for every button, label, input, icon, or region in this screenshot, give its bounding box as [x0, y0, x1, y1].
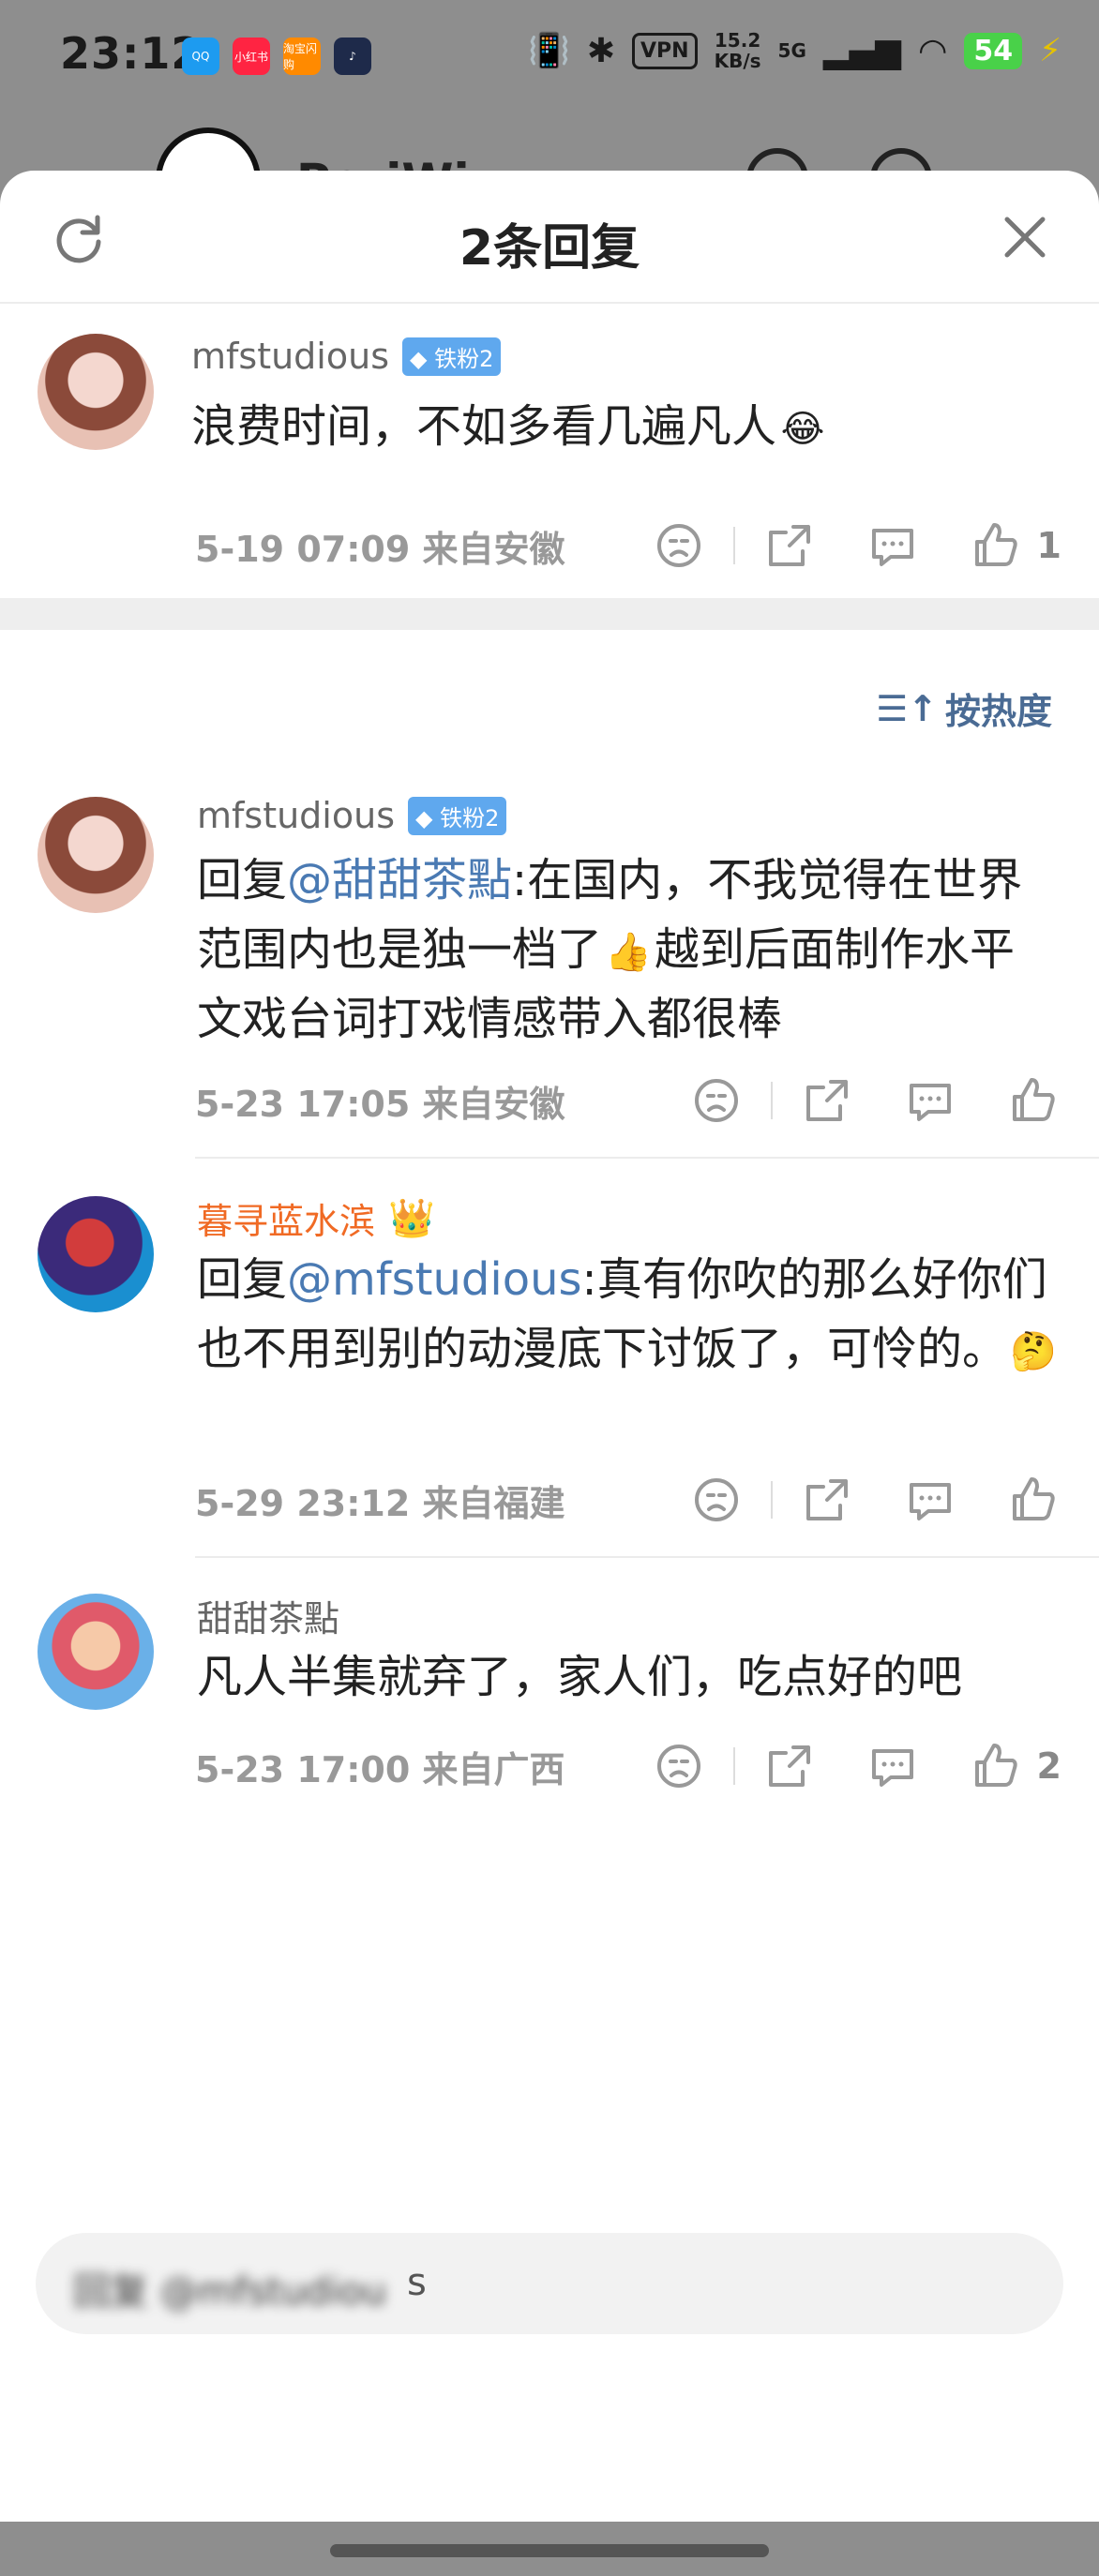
- divider: [771, 1481, 773, 1519]
- reply-icon[interactable]: [902, 1472, 958, 1528]
- dislike-icon[interactable]: [688, 1472, 745, 1528]
- avatar[interactable]: [38, 1594, 154, 1710]
- avatar[interactable]: [38, 1196, 154, 1312]
- vibrate-icon: 📳: [528, 32, 570, 70]
- username[interactable]: 甜甜茶點: [197, 1590, 339, 1641]
- clock: 23:12: [60, 28, 203, 79]
- timestamp-location: 5-23 17:00 来自广西: [195, 1748, 565, 1790]
- sort-icon: ☰↑: [876, 687, 938, 729]
- fan-level-badge: ◆ 铁粉2: [408, 796, 507, 835]
- username[interactable]: mfstudious: [197, 795, 395, 836]
- reply-text: 回复@甜甜茶點:在国内，不我觉得在世界范围内也是独一档了👍越到后面制作水平文戏台…: [197, 854, 1023, 1045]
- avatar[interactable]: [38, 797, 154, 913]
- share-icon[interactable]: [799, 1072, 855, 1129]
- mention-link[interactable]: @甜甜茶點: [287, 854, 512, 906]
- reply-icon[interactable]: [865, 517, 921, 574]
- laughing-tears-emoji-icon: 😂: [780, 408, 825, 451]
- timestamp-location: 5-23 17:05 来自安徽: [195, 1083, 565, 1125]
- like-count: 2: [1036, 1745, 1061, 1787]
- notification-icons: QQ 小红书 淘宝闪购 ♪: [182, 37, 371, 75]
- crown-badge-icon: 👑: [388, 1197, 435, 1240]
- reply-meta: 5-23 17:00 来自广西 2: [195, 1738, 1061, 1794]
- username[interactable]: 暮寻蓝水滨: [197, 1192, 375, 1244]
- divider: [771, 1082, 773, 1119]
- comment-text: 浪费时间，不如多看几遍凡人 😂: [191, 392, 1054, 461]
- vpn-indicator: VPN: [632, 32, 698, 69]
- timestamp-location: 5-29 23:12 来自福建: [195, 1482, 565, 1524]
- charging-icon: ⚡: [1039, 32, 1061, 69]
- network-type: 5G: [777, 39, 806, 62]
- reply-author: mfstudious ◆ 铁粉2: [197, 795, 507, 836]
- reply-input[interactable]: 回复 @mfstudiou s: [36, 2233, 1063, 2334]
- qq-icon: QQ: [182, 37, 219, 75]
- root-comment: mfstudious ◆ 铁粉2 浪费时间，不如多看几遍凡人 😂 5-19 07:…: [0, 171, 1099, 598]
- reply-text: 回复@mfstudious:真有你吹的那么好你们也不用到别的动漫底下讨饭了，可怜…: [197, 1245, 1060, 1384]
- music-app-icon: ♪: [334, 37, 371, 75]
- fan-level-badge: ◆ 铁粉2: [402, 337, 502, 376]
- dislike-icon[interactable]: [688, 1072, 745, 1129]
- like-icon[interactable]: [1005, 1472, 1061, 1528]
- dislike-icon[interactable]: [651, 1738, 707, 1794]
- mention-link[interactable]: @mfstudious: [287, 1253, 582, 1306]
- reply-meta: 5-23 17:05 来自安徽: [195, 1072, 1061, 1129]
- like-icon[interactable]: [1005, 1072, 1061, 1129]
- replies-sheet: 2条回复 mfstudious ◆ 铁粉2 浪费时间，不如多看几遍凡人 😂 5-1…: [0, 171, 1099, 2522]
- wifi-icon: ◠: [917, 31, 948, 70]
- dislike-icon[interactable]: [651, 517, 707, 574]
- reply-author: 甜甜茶點: [197, 1590, 339, 1641]
- reply-input-text: 回复 @mfstudiou: [73, 2270, 386, 2314]
- comment-meta: 5-19 07:09 来自安徽 1: [195, 517, 1061, 574]
- battery-level: 54: [964, 32, 1023, 69]
- divider: [195, 1556, 1099, 1558]
- like-icon[interactable]: [968, 517, 1024, 574]
- username[interactable]: mfstudious: [191, 336, 389, 377]
- taobao-flash-icon: 淘宝闪购: [283, 37, 321, 75]
- status-bar: 23:12 QQ 小红书 淘宝闪购 ♪ 📳 ✱ VPN 15.2 KB/s 5G ▂▄…: [0, 0, 1099, 112]
- share-icon[interactable]: [799, 1472, 855, 1528]
- sort-by-hot-button[interactable]: ☰↑ 按热度: [876, 682, 1052, 734]
- xiaohongshu-icon: 小红书: [233, 37, 270, 75]
- like-count: 1: [1036, 525, 1061, 566]
- avatar[interactable]: [38, 334, 154, 450]
- reply-text: 凡人半集就弃了，家人们，吃点好的吧: [197, 1651, 963, 1703]
- divider: [732, 527, 735, 564]
- timestamp-location: 5-19 07:09 来自安徽: [195, 528, 565, 570]
- signal-icon: ▂▄▆: [822, 31, 901, 70]
- thinking-emoji-icon: 🤔: [1010, 1330, 1057, 1373]
- reply-icon[interactable]: [902, 1072, 958, 1129]
- share-icon[interactable]: [761, 517, 818, 574]
- navigation-bar: [0, 2522, 1099, 2576]
- system-indicators: 📳 ✱ VPN 15.2 KB/s 5G ▂▄▆ ◠ 54 ⚡: [528, 30, 1061, 71]
- thumbs-up-emoji-icon: 👍: [605, 931, 652, 974]
- divider: [195, 1157, 1099, 1159]
- share-icon[interactable]: [761, 1738, 818, 1794]
- network-speed: 15.2 KB/s: [714, 29, 761, 72]
- divider: [732, 1747, 735, 1785]
- section-separator: [0, 598, 1099, 630]
- reply-meta: 5-29 23:12 来自福建: [195, 1472, 1061, 1528]
- reply-icon[interactable]: [865, 1738, 921, 1794]
- bluetooth-icon: ✱: [586, 31, 616, 70]
- home-gesture-handle[interactable]: [330, 2544, 769, 2557]
- like-icon[interactable]: [968, 1738, 1024, 1794]
- reply-author: 暮寻蓝水滨 👑: [197, 1192, 435, 1244]
- comment-author: mfstudious ◆ 铁粉2: [191, 336, 502, 377]
- reply-input-tail: s: [407, 2261, 427, 2304]
